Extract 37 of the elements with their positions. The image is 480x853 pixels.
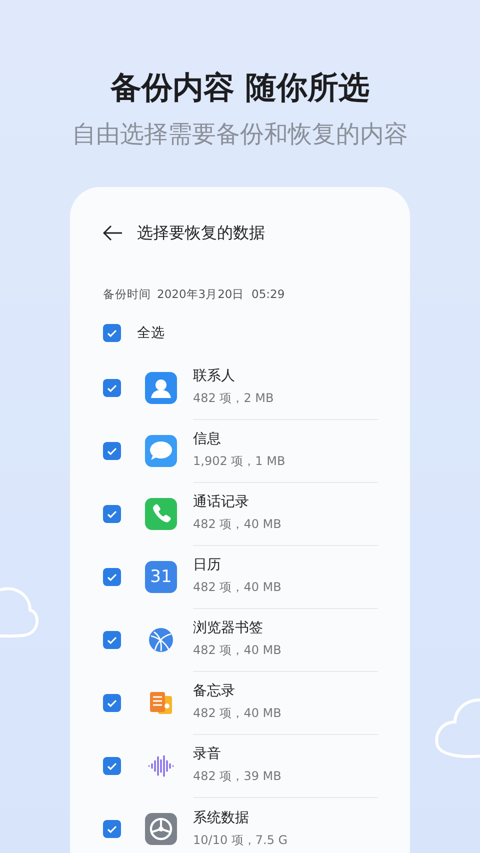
calendar-icon: 31	[145, 560, 177, 592]
item-name: 通话记录	[193, 493, 250, 511]
back-arrow-icon[interactable]	[103, 225, 123, 241]
checkbox[interactable]	[103, 504, 121, 522]
backup-time-label: 备份时间	[103, 287, 151, 302]
item-details: 482 项，39 MB	[193, 768, 282, 785]
item-details: 482 项，40 MB	[193, 642, 282, 659]
checkbox[interactable]	[103, 756, 121, 774]
headline: 备份内容 随你所选	[109, 69, 370, 108]
phone-icon	[145, 498, 177, 530]
select-all-label: 全选	[137, 324, 165, 342]
item-details: 482 项，40 MB	[193, 516, 282, 533]
checkbox[interactable]	[103, 442, 121, 460]
item-name: 日历	[193, 556, 222, 574]
checkbox[interactable]	[103, 378, 121, 396]
contact-icon	[145, 372, 177, 404]
checkbox[interactable]	[103, 694, 121, 712]
item-name: 浏览器书签	[193, 619, 264, 637]
item-details: 10/10 项，7.5 G	[193, 832, 289, 848]
steering-wheel-icon	[145, 812, 177, 844]
item-details: 482 项，40 MB	[193, 579, 282, 596]
backup-time: 2020年3月20日 05:29	[157, 287, 285, 302]
item-name: 信息	[193, 430, 222, 448]
checkbox[interactable]	[103, 630, 121, 648]
item-name: 系统数据	[193, 808, 250, 826]
item-details: 1,902 项，1 MB	[193, 453, 286, 470]
item-name: 录音	[193, 745, 222, 763]
checkbox[interactable]	[103, 820, 121, 838]
item-name: 备忘录	[193, 682, 236, 700]
item-name: 联系人	[193, 367, 236, 385]
item-details: 482 项，40 MB	[193, 705, 282, 722]
screen-title: 选择要恢复的数据	[137, 222, 265, 244]
checkbox[interactable]	[103, 568, 121, 586]
item-details: 482 项，2 MB	[193, 390, 275, 407]
checkbox[interactable]	[103, 324, 121, 342]
chat-bubble-icon	[145, 434, 177, 466]
subheadline: 自由选择需要备份和恢复的内容	[71, 119, 409, 150]
